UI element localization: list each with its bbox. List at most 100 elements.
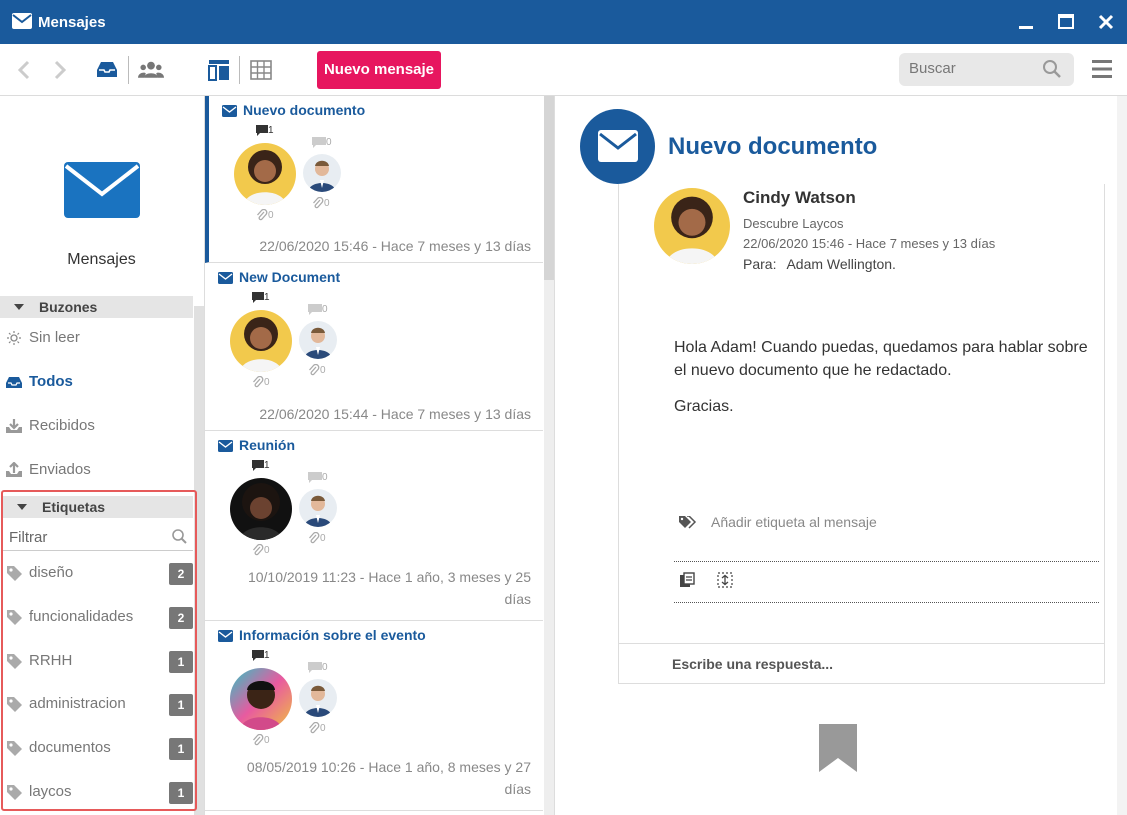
label-count-badge: 1	[169, 738, 193, 760]
mailboxes-header-label: Buzones	[39, 299, 98, 315]
paperclip-icon	[309, 532, 320, 544]
bookmark-icon[interactable]	[819, 724, 857, 772]
hamburger-menu-icon[interactable]	[1091, 58, 1113, 80]
label-name: diseño	[29, 564, 74, 581]
sidebar-item-label: Sin leer	[29, 329, 80, 346]
sidebar-item-label: Recibidos	[29, 417, 95, 434]
label-item[interactable]: funcionalidades 2	[3, 603, 194, 633]
message-list-item[interactable]: New Document 1 0 0 0 22/06/2020 15:44 - …	[205, 263, 543, 431]
sidebar-item-all[interactable]: Todos	[0, 368, 193, 396]
person-avatar-icon	[234, 143, 296, 205]
message-list-item[interactable]: Información sobre el evento 1 0 0 0 08/0…	[205, 621, 543, 811]
reading-pane: Nuevo documento Cindy Watson Descubre La…	[555, 96, 1117, 815]
sidebar-item-unread[interactable]: Sin leer	[0, 324, 193, 352]
add-tag-label: Añadir etiqueta al mensaje	[711, 514, 877, 530]
inbox-icon[interactable]	[94, 57, 120, 83]
messages-brand-icon	[64, 162, 140, 218]
attachment-count-value: 0	[268, 210, 274, 221]
label-filter	[3, 525, 193, 551]
message-list-item[interactable]: Nuevo documento 1 0 0 0 22/06/2020 15:46…	[205, 96, 543, 263]
sidebar: Mensajes Buzones Sin leer Todos Recibido…	[0, 96, 205, 815]
comment-count-other: 0	[308, 662, 330, 676]
avatar	[299, 679, 337, 717]
new-message-button[interactable]: Nuevo mensaje	[317, 51, 441, 89]
message-body-paragraph: Gracias.	[674, 398, 734, 415]
scrollbar-thumb[interactable]	[544, 96, 554, 280]
label-item[interactable]: laycos 1	[3, 778, 194, 808]
message-subject: Nuevo documento	[243, 102, 366, 118]
attachment-count: 0	[256, 209, 278, 223]
avatar	[234, 143, 296, 205]
label-count-badge: 2	[169, 607, 193, 629]
expand-icon[interactable]	[717, 572, 733, 588]
attachment-count-value: 0	[320, 533, 326, 544]
divider	[674, 602, 1099, 603]
paperclip-icon	[313, 197, 324, 209]
sidebar-item-label: Enviados	[29, 461, 91, 478]
label-item[interactable]: RRHH 1	[3, 647, 194, 677]
reading-pane-scrollbar[interactable]	[1117, 96, 1127, 815]
layout-preview-icon[interactable]	[206, 57, 232, 83]
label-filter-input[interactable]	[9, 529, 159, 546]
sender-avatar	[654, 188, 730, 264]
back-arrow-icon[interactable]	[12, 57, 38, 83]
envelope-icon	[12, 13, 32, 29]
sidebar-item-sent[interactable]: Enviados	[0, 456, 193, 484]
comment-icon	[252, 292, 264, 303]
message-list: Nuevo documento 1 0 0 0 22/06/2020 15:46…	[205, 96, 555, 815]
message-date: 22/06/2020 15:46 - Hace 7 meses y 13 día…	[259, 238, 531, 254]
comment-icon	[252, 650, 264, 661]
labels-header[interactable]: Etiquetas	[3, 496, 193, 518]
message-title: Nuevo documento	[668, 133, 878, 160]
inbox-icon	[6, 377, 22, 388]
recipient-label: Para:	[743, 256, 777, 272]
users-icon[interactable]	[138, 57, 164, 83]
label-item[interactable]: diseño 2	[3, 559, 194, 589]
search-icon[interactable]	[1042, 59, 1062, 79]
comment-count: 1	[252, 460, 270, 474]
tag-icon	[7, 697, 22, 712]
maximize-button[interactable]	[1054, 10, 1078, 34]
search-input[interactable]	[909, 60, 1039, 77]
close-button[interactable]	[1094, 10, 1118, 34]
sidebar-item-received[interactable]: Recibidos	[0, 412, 193, 440]
copy-paste-icon[interactable]	[679, 572, 695, 588]
grid-view-icon[interactable]	[248, 57, 274, 83]
attachment-count-other: 0	[308, 532, 330, 546]
mailboxes-header[interactable]: Buzones	[0, 296, 193, 318]
message-type-badge	[580, 109, 655, 184]
attachment-count-value: 0	[324, 198, 330, 209]
label-name: administracion	[29, 695, 126, 712]
minimize-button[interactable]	[1014, 10, 1038, 34]
reply-field[interactable]: Escribe una respuesta...	[618, 643, 1105, 684]
avatar	[299, 321, 337, 359]
label-item[interactable]: documentos 1	[3, 734, 194, 764]
label-name: documentos	[29, 739, 111, 756]
message-subject: New Document	[239, 269, 341, 285]
minimize-icon	[1019, 26, 1033, 29]
message-date: 22/06/2020 15:46 - Hace 7 meses y 13 día…	[743, 236, 996, 251]
paperclip-icon	[257, 209, 268, 221]
comment-count-value: 1	[264, 650, 270, 661]
avatar	[303, 154, 341, 192]
paperclip-icon	[309, 364, 320, 376]
message-list-item[interactable]: Reunión 1 0 0 0 10/10/2019 11:23 - Hace …	[205, 431, 543, 621]
forward-arrow-icon[interactable]	[46, 57, 72, 83]
label-item[interactable]: administracion 1	[3, 690, 194, 720]
sender-name[interactable]: Cindy Watson	[743, 188, 856, 208]
attachment-count: 0	[252, 734, 274, 748]
person-avatar-icon	[654, 188, 730, 264]
comment-icon	[308, 472, 322, 483]
comment-count-value: 0	[322, 472, 328, 483]
avatar	[230, 310, 292, 372]
recipient-name[interactable]: Adam Wellington.	[786, 256, 895, 272]
attachment-count-value: 0	[320, 723, 326, 734]
collapse-triangle-icon	[17, 504, 27, 510]
comment-count-other: 0	[312, 137, 334, 151]
attachment-count-value: 0	[264, 377, 270, 388]
reply-placeholder: Escribe una respuesta...	[672, 656, 834, 672]
sun-icon	[7, 331, 21, 345]
comment-count-other: 0	[308, 304, 330, 318]
comment-count-value: 0	[326, 137, 332, 148]
label-count-badge: 2	[169, 563, 193, 585]
